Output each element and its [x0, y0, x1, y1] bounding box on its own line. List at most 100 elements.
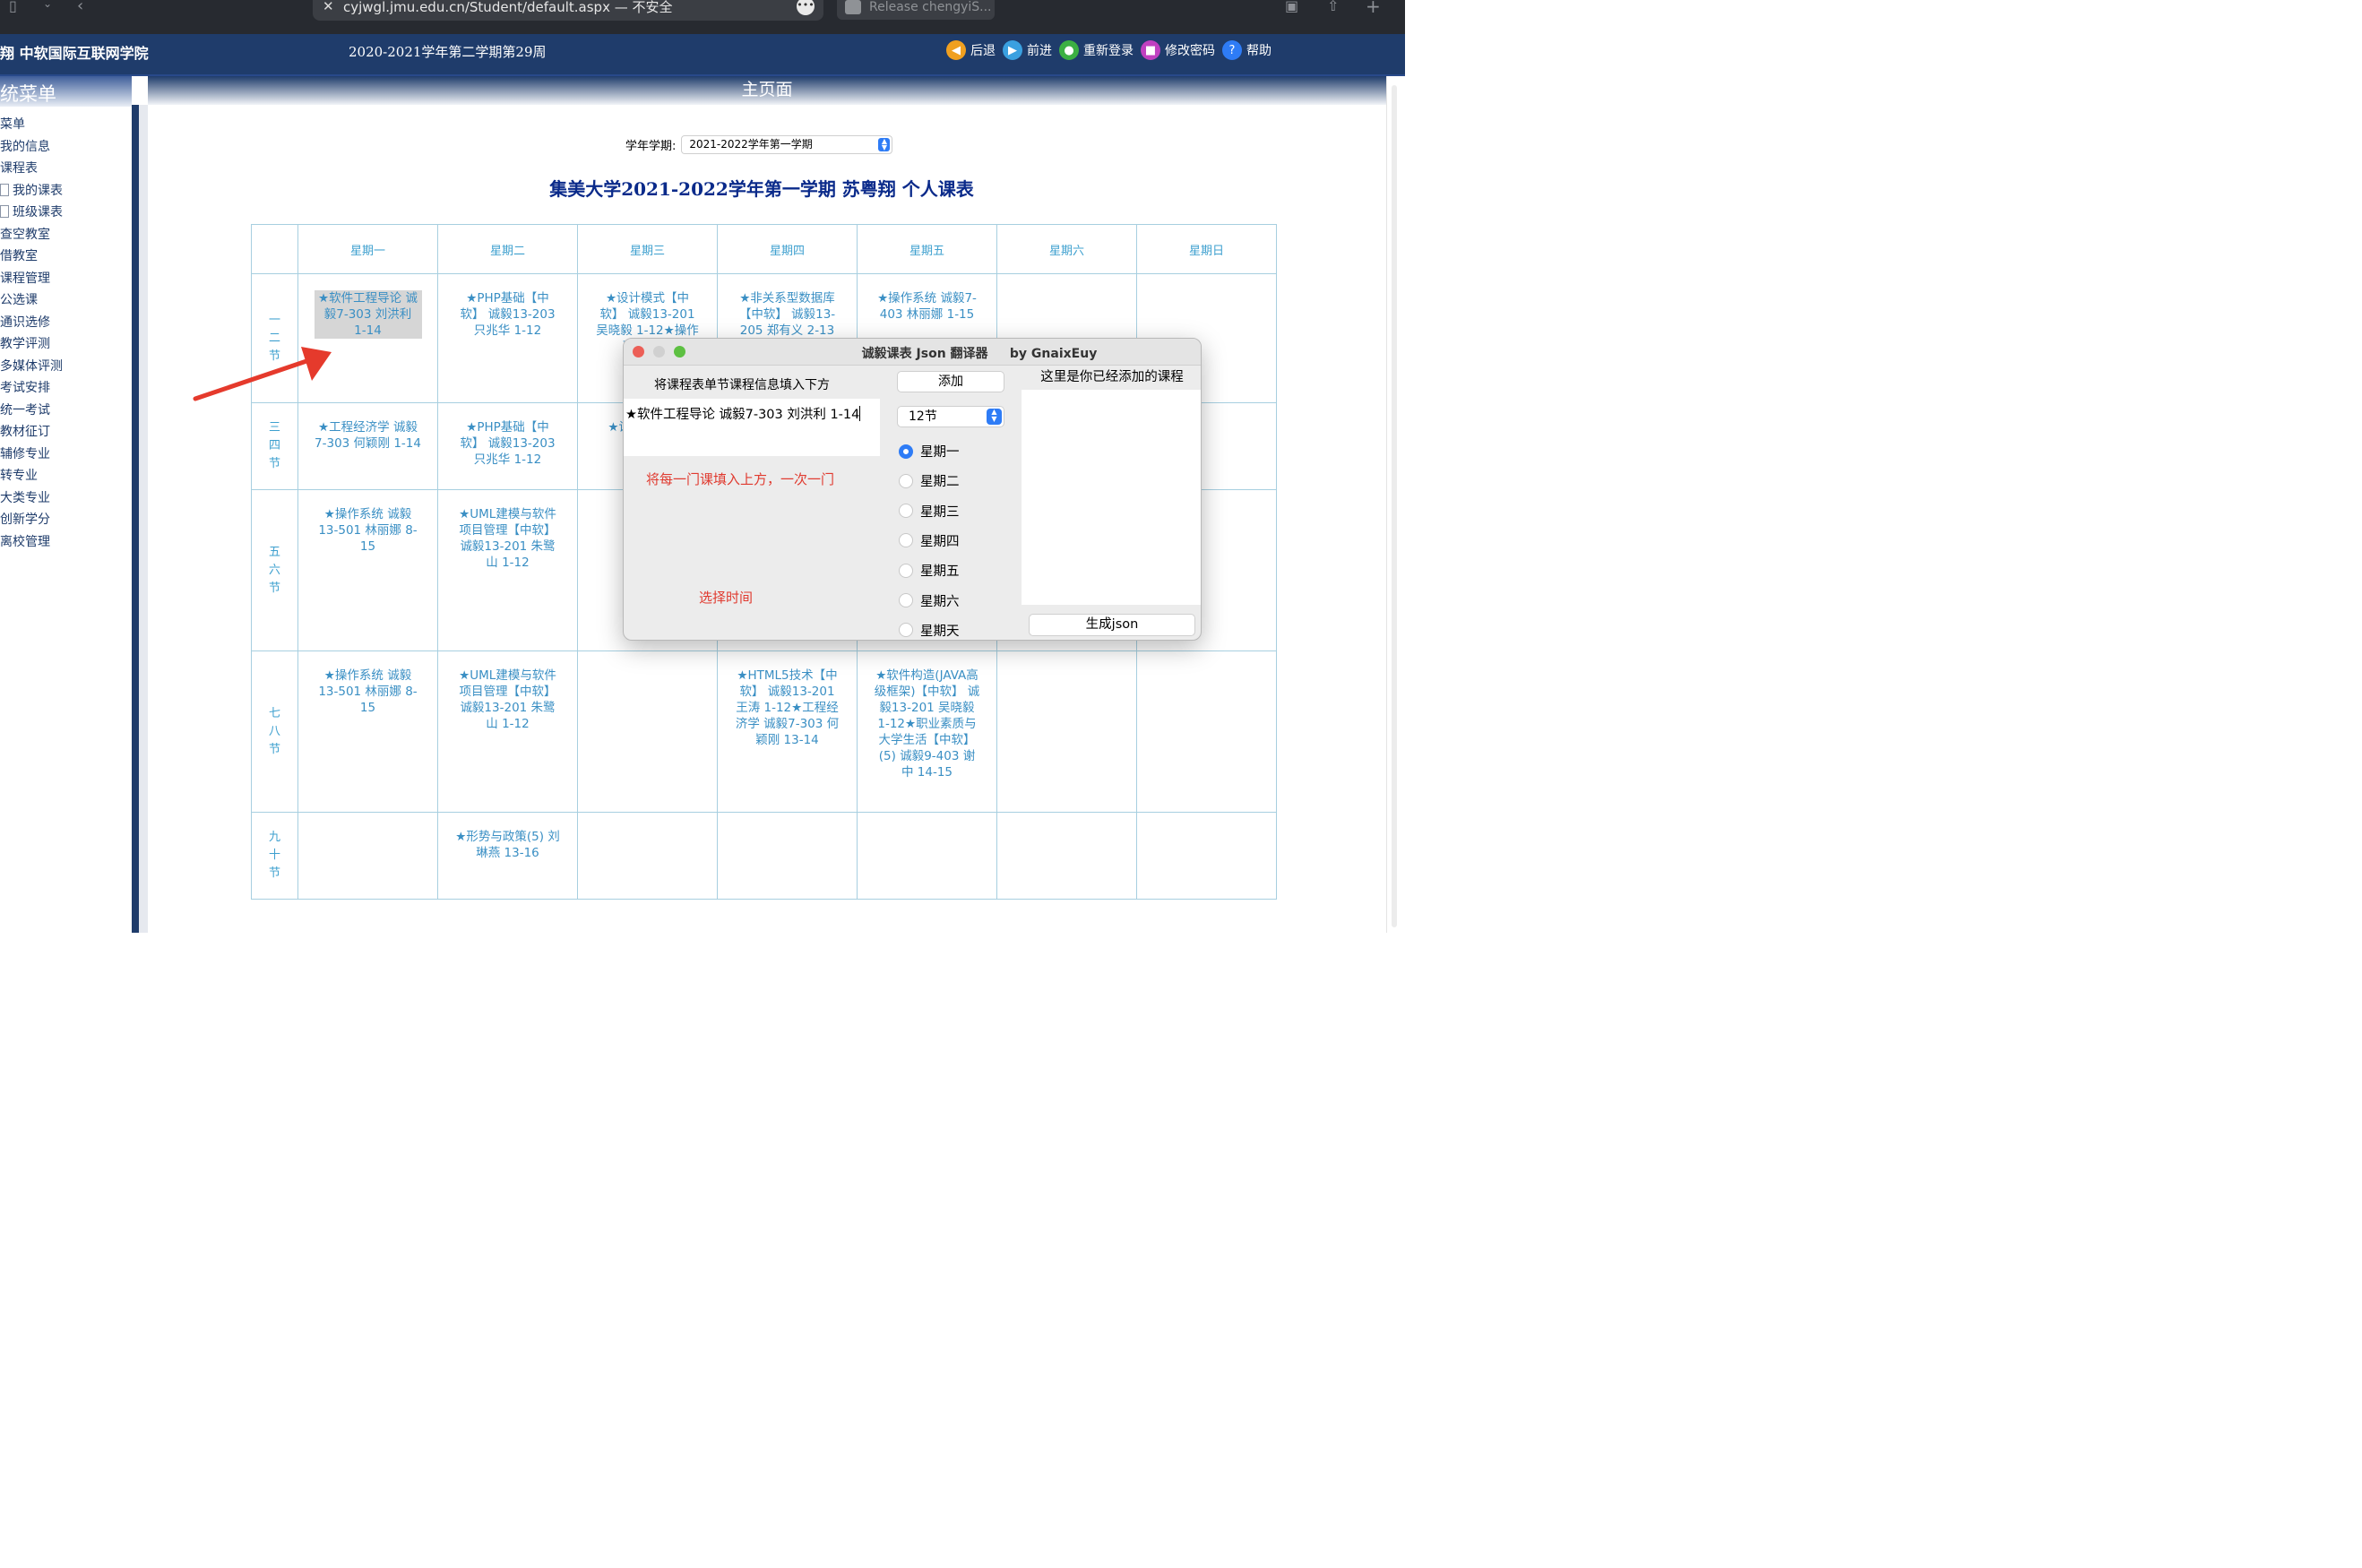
weekday-radio[interactable]: 星期二: [899, 471, 960, 490]
course-cell[interactable]: [297, 812, 438, 900]
section-select[interactable]: 12节 ▲ ▼: [897, 406, 1004, 427]
menu-item[interactable]: 辅修专业: [0, 444, 132, 466]
day-header: 星期一: [297, 224, 438, 274]
menu-item-label: 课程表: [0, 161, 38, 176]
menu-item[interactable]: 课程表: [0, 158, 132, 180]
course-cell[interactable]: ★UML建模与软件项目管理【中软】 诚毅13-201 朱鹭山 1-12: [437, 489, 578, 651]
weekday-radio[interactable]: 星期五: [899, 561, 960, 580]
menu-item[interactable]: 教学评测: [0, 333, 132, 356]
course-cell[interactable]: [1136, 650, 1277, 813]
course-input-value: ★软件工程导论 诚毅7-303 刘洪利 1-14: [625, 408, 860, 422]
sidebar-toggle-icon[interactable]: ▯: [9, 0, 17, 14]
frame-divider[interactable]: [132, 105, 148, 933]
course-cell[interactable]: [1136, 812, 1277, 900]
weekday-radio[interactable]: 星期六: [899, 591, 960, 610]
menu-item[interactable]: 通识选修: [0, 312, 132, 334]
nav-lock[interactable]: ■ 修改密码: [1141, 40, 1215, 60]
menu-item-label: 查空教室: [0, 227, 50, 242]
course-text: [1137, 651, 1276, 668]
course-cell[interactable]: ★PHP基础【中软】 诚毅13-203 只兆华 1-12: [437, 273, 578, 403]
menu-item[interactable]: 我的信息: [0, 136, 132, 159]
radio-dot: [899, 444, 913, 459]
nav-relogin[interactable]: ● 重新登录: [1059, 40, 1134, 60]
time-hint: 选择时间: [699, 590, 754, 606]
generate-json-button[interactable]: 生成json: [1029, 614, 1195, 636]
lock-icon: ■: [1141, 40, 1160, 60]
menu-item[interactable]: 大类专业: [0, 487, 132, 510]
back-icon[interactable]: ‹: [77, 0, 83, 15]
scrollbar[interactable]: [1386, 76, 1405, 933]
course-input[interactable]: ★软件工程导论 诚毅7-303 刘洪利 1-14: [624, 399, 880, 456]
course-cell[interactable]: ★UML建模与软件项目管理【中软】 诚毅13-201 朱鹭山 1-12: [437, 650, 578, 813]
menu-item[interactable]: 统一考试: [0, 400, 132, 422]
period-label: 九十节: [251, 812, 298, 900]
nav-help[interactable]: ? 帮助: [1222, 40, 1272, 60]
menu-item-label: 公选课: [0, 293, 38, 307]
weekday-radio[interactable]: 星期四: [899, 531, 960, 550]
menu-item[interactable]: 我的课表: [0, 180, 132, 202]
period-char: 一: [268, 313, 280, 327]
extensions-icon[interactable]: ▣: [1285, 0, 1298, 14]
school-name: 翔 中软国际互联网学院: [0, 45, 149, 62]
day-header: 星期三: [577, 224, 718, 274]
menu-item[interactable]: 离校管理: [0, 531, 132, 554]
course-cell[interactable]: ★工程经济学 诚毅7-303 何颖刚 1-14: [297, 402, 438, 490]
course-cell[interactable]: [857, 812, 997, 900]
new-tab-icon[interactable]: +: [1366, 0, 1381, 17]
course-cell[interactable]: ★软件构造(JAVA高级框架)【中软】 诚毅13-201 吴晓毅 1-12★职业…: [857, 650, 997, 813]
menu-item-label: 菜单: [0, 117, 25, 132]
weekday-radio[interactable]: 星期一: [899, 442, 960, 461]
course-cell[interactable]: [717, 812, 858, 900]
course-text: [997, 651, 1136, 668]
course-cell[interactable]: ★操作系统 诚毅13-501 林丽娜 8-15: [297, 650, 438, 813]
tab-release[interactable]: Release chengyiS...: [837, 0, 995, 20]
menu-item[interactable]: 班级课表: [0, 202, 132, 224]
course-cell[interactable]: [996, 812, 1137, 900]
menu-item[interactable]: 教材征订: [0, 421, 132, 444]
menu-item[interactable]: 借教室: [0, 246, 132, 268]
nav-forward-arrow[interactable]: ▶ 前进: [1003, 40, 1052, 60]
nav-label: 前进: [1027, 44, 1052, 58]
nav-label: 后退: [970, 44, 996, 58]
menu-item[interactable]: 转专业: [0, 465, 132, 487]
add-button[interactable]: 添加: [897, 371, 1004, 392]
menu-item-label: 教学评测: [0, 337, 50, 351]
menu-item[interactable]: 多媒体评测: [0, 356, 132, 378]
menu-item[interactable]: 公选课: [0, 289, 132, 312]
radio-dot: [899, 473, 913, 488]
radio-dot: [899, 593, 913, 607]
weekday-radio[interactable]: 星期天: [899, 621, 960, 640]
close-tab-icon[interactable]: ✕: [323, 0, 334, 14]
nav-back-arrow[interactable]: ◀ 后退: [946, 40, 996, 60]
course-cell[interactable]: ★HTML5技术【中软】 诚毅13-201 王涛 1-12★工程经济学 诚毅7-…: [717, 650, 858, 813]
dialog-title-text: 诚毅课表 Json 翻译器: [861, 347, 988, 361]
course-cell[interactable]: [577, 650, 718, 813]
menu-item-label: 大类专业: [0, 490, 50, 505]
course-cell[interactable]: ★操作系统 诚毅13-501 林丽娜 8-15: [297, 489, 438, 651]
json-translator-dialog: 诚毅课表 Json 翻译器 by GnaixEuy 将课程表单节课程信息填入下方…: [623, 338, 1202, 641]
radio-label: 星期一: [920, 445, 960, 460]
course-cell[interactable]: [996, 650, 1137, 813]
course-text: ★UML建模与软件项目管理【中软】 诚毅13-201 朱鹭山 1-12: [459, 668, 556, 731]
menu-item[interactable]: 考试安排: [0, 377, 132, 400]
course-cell[interactable]: ★形势与政策(5) 刘琳燕 13-16: [437, 812, 578, 900]
course-cell[interactable]: ★PHP基础【中软】 诚毅13-203 只兆华 1-12: [437, 402, 578, 490]
period-char: 九: [268, 831, 280, 844]
course-cell[interactable]: [577, 812, 718, 900]
chevron-down-icon[interactable]: ⌄: [43, 0, 52, 10]
more-icon[interactable]: •••: [797, 0, 815, 15]
share-icon[interactable]: ⇧: [1327, 0, 1339, 14]
period-label: 五六节: [251, 489, 298, 651]
address-bar[interactable]: ✕ cyjwgl.jmu.edu.cn/Student/default.aspx…: [313, 0, 823, 21]
added-courses-list[interactable]: [1022, 390, 1201, 605]
relogin-icon: ●: [1059, 40, 1079, 60]
menu-item[interactable]: 菜单: [0, 114, 132, 136]
dialog-titlebar[interactable]: 诚毅课表 Json 翻译器 by GnaixEuy: [624, 339, 1201, 366]
menu-item[interactable]: 课程管理: [0, 268, 132, 290]
course-text: ★软件工程导论 诚毅7-303 刘洪利 1-14: [314, 290, 422, 339]
menu-item[interactable]: 查空教室: [0, 224, 132, 246]
term-select[interactable]: 2021-2022学年第一学期 ▲ ▼: [681, 135, 893, 154]
weekday-radio[interactable]: 星期三: [899, 502, 960, 521]
menu-item[interactable]: 创新学分: [0, 509, 132, 531]
period-label: 三四节: [251, 402, 298, 490]
